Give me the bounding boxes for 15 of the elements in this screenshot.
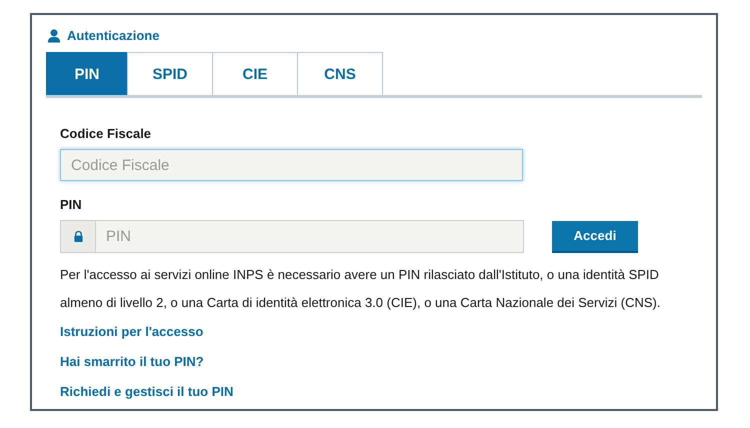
- tab[interactable]: SPID: [127, 52, 213, 95]
- help-link[interactable]: Istruzioni per l'accesso: [60, 317, 204, 347]
- tab[interactable]: PIN: [46, 52, 128, 95]
- field-label: Codice Fiscale: [60, 126, 152, 143]
- input-field[interactable]: PIN: [96, 220, 524, 253]
- field-label: PIN: [60, 197, 83, 214]
- input-field[interactable]: Codice Fiscale: [60, 149, 523, 181]
- section-title: Autenticazione: [67, 28, 160, 42]
- login-button[interactable]: Accedi: [552, 220, 638, 252]
- help-link[interactable]: Richiedi e gestisci il tuo PIN: [60, 377, 234, 407]
- help-link[interactable]: Hai smarrito il tuo PIN?: [60, 347, 204, 377]
- user-icon: [47, 28, 61, 42]
- lock-icon: [72, 231, 84, 242]
- tab[interactable]: CNS: [297, 52, 383, 95]
- info-text: Per l'accesso ai servizi online INPS è necessario avere un PIN rilasciato dall'Istituto, o una identità SPID almeno di livello 2, o una Carta di identità elettronica 3.0 (CIE), o una Carta Nazionale dei Servizi (CNS).: [60, 266, 662, 312]
